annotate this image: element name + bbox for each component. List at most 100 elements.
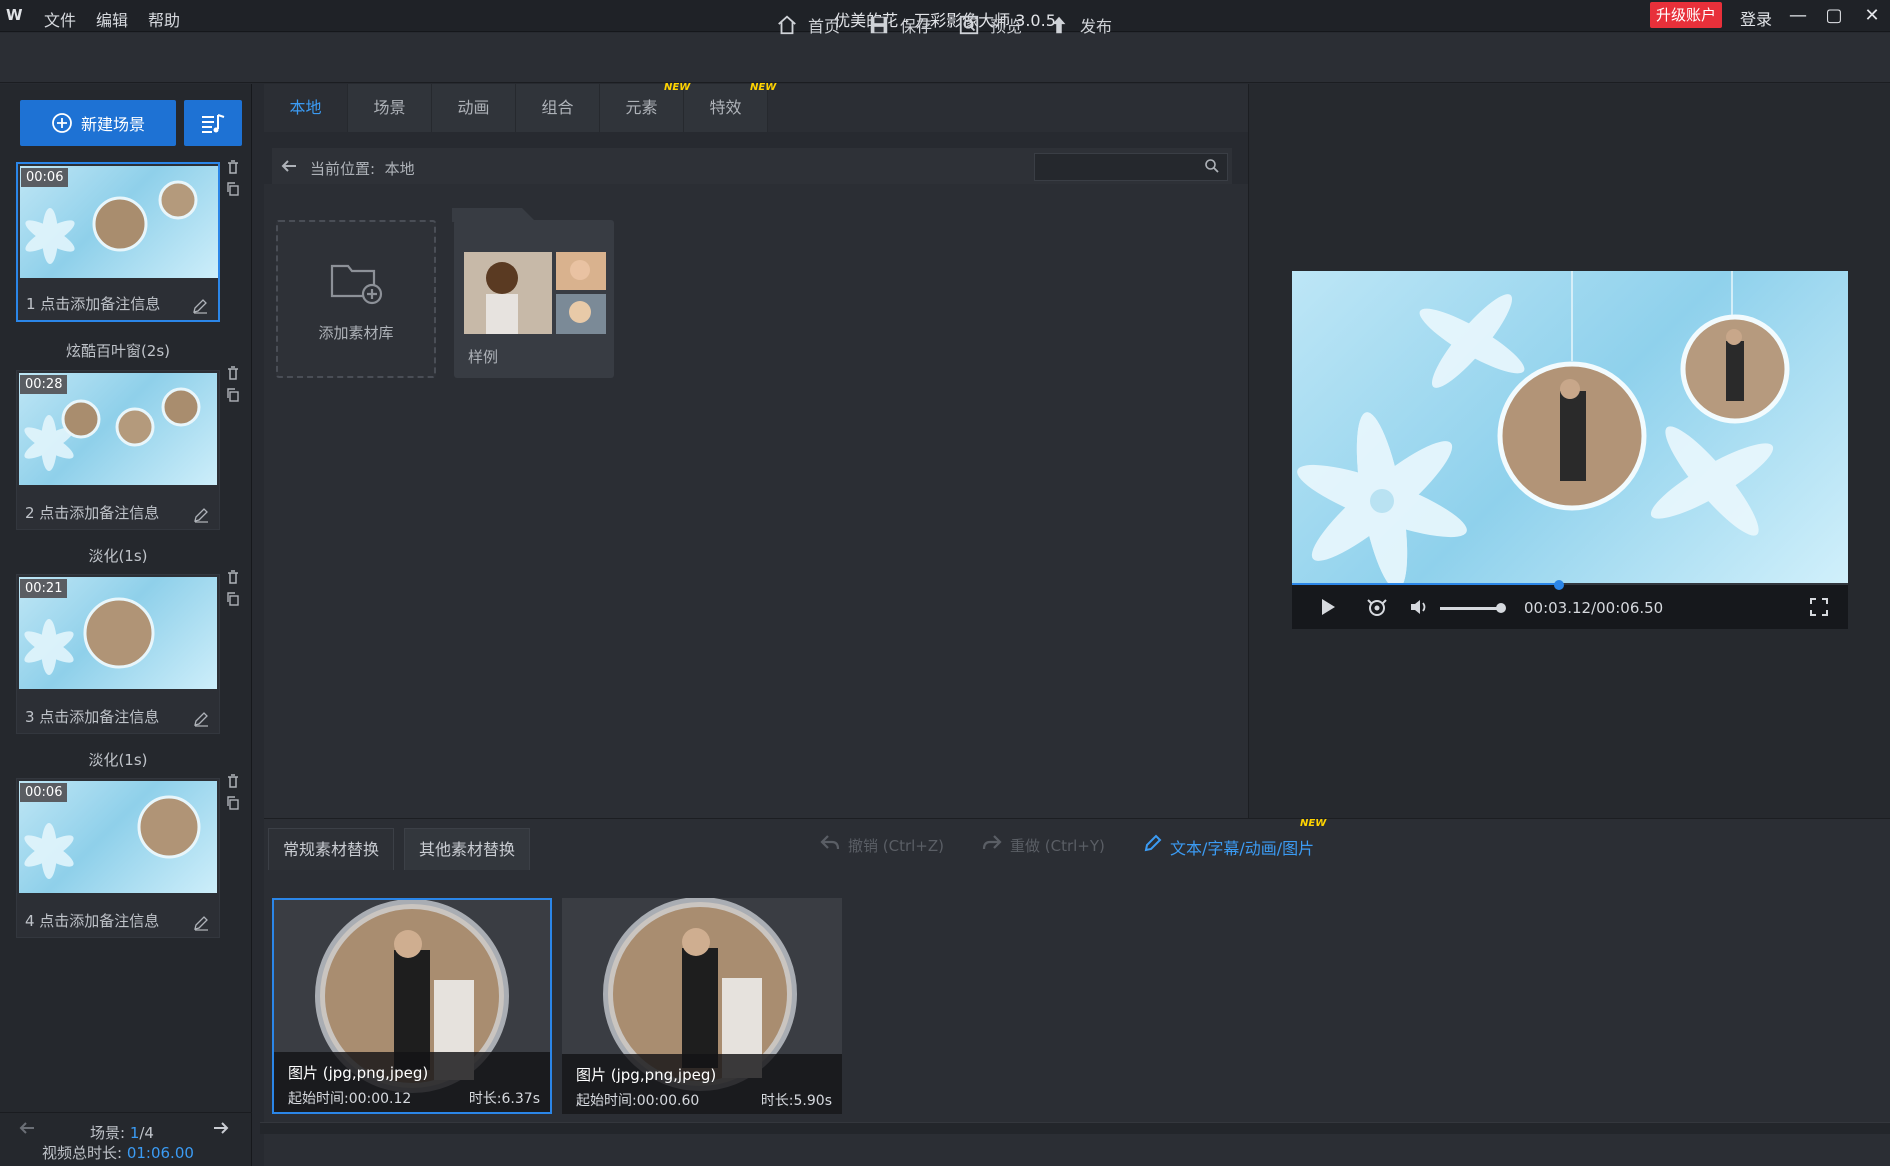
close-icon[interactable]: ✕: [1860, 4, 1884, 28]
replay-icon[interactable]: [1366, 597, 1388, 617]
play-icon[interactable]: [1320, 598, 1336, 616]
undo-icon[interactable]: [820, 834, 840, 852]
transition-label[interactable]: 淡化(1s): [16, 749, 220, 770]
text-subtitle-button[interactable]: 文本/字幕/动画/图片: [1170, 835, 1314, 859]
home-button[interactable]: 首页: [776, 12, 840, 38]
asset-card-1[interactable]: 图片 (jpg,png,jpeg) 起始时间:00:00.12 时长:6.37s: [272, 898, 552, 1114]
preview-label: 预览: [990, 17, 1023, 36]
home-label: 首页: [808, 17, 841, 36]
volume-handle[interactable]: [1496, 603, 1506, 613]
asset-start-time: 起始时间:00:00.60: [576, 1093, 700, 1109]
asset-type: 图片 (jpg,png,jpeg): [576, 1066, 717, 1084]
back-arrow-icon[interactable]: [280, 158, 298, 174]
scene-counter-label: 场景:: [90, 1124, 130, 1142]
new-badge: NEW: [1300, 818, 1327, 829]
video-preview[interactable]: [1292, 271, 1848, 585]
scene-card-1[interactable]: 00:06 1 点击添加备注信息: [16, 162, 220, 322]
asset-card-2[interactable]: 图片 (jpg,png,jpeg) 起始时间:00:00.60 时长:5.90s: [562, 898, 842, 1114]
scene-duration: 00:28: [20, 375, 68, 394]
total-duration-value: 01:06.00: [126, 1144, 194, 1162]
new-scene-button[interactable]: 新建场景: [20, 100, 176, 146]
asset-info: 图片 (jpg,png,jpeg) 起始时间:00:00.12 时长:6.37s: [274, 1052, 550, 1112]
next-scene-icon[interactable]: [212, 1120, 230, 1136]
search-input[interactable]: [1034, 153, 1228, 181]
music-list-icon: [202, 114, 225, 133]
scene-note[interactable]: 1 点击添加备注信息: [26, 293, 160, 314]
main-toolbar: [0, 33, 1890, 83]
tab-scene[interactable]: 场景: [348, 84, 432, 132]
library-tabs: 本地 场景 动画 组合 元素 特效 NEW NEW: [264, 82, 1248, 132]
sample-folder[interactable]: 样例: [452, 208, 614, 378]
undo-button[interactable]: 撤销 (Ctrl+Z): [848, 835, 944, 856]
publish-label: 发布: [1080, 17, 1113, 36]
breadcrumb-current[interactable]: 本地: [385, 160, 415, 178]
scene-card-4[interactable]: 00:06 4 点击添加备注信息: [16, 778, 220, 938]
home-icon: [778, 15, 796, 35]
save-icon: [870, 16, 888, 34]
tab-local[interactable]: 本地: [264, 84, 348, 132]
window-title: 优美的花 - 万彩影像大师 3.0.5: [834, 11, 1056, 30]
fullscreen-icon[interactable]: [1810, 598, 1828, 616]
preview-button[interactable]: 预览: [958, 12, 1022, 38]
scene-note[interactable]: 4 点击添加备注信息: [25, 910, 159, 931]
folder-add-icon: [330, 264, 383, 305]
scene-note[interactable]: 2 点击添加备注信息: [25, 502, 159, 523]
pencil-icon[interactable]: [193, 711, 209, 727]
save-button[interactable]: 保存: [868, 12, 932, 38]
trash-icon[interactable]: [226, 160, 240, 174]
scene-card-2[interactable]: 00:28 2 点击添加备注信息: [16, 370, 220, 530]
publish-button[interactable]: 发布: [1048, 12, 1112, 38]
total-duration: 视频总时长: 01:06.00: [42, 1142, 194, 1163]
pencil-icon[interactable]: [193, 507, 209, 523]
preview-icon: [959, 15, 979, 35]
new-badge: NEW: [750, 82, 777, 93]
timecode: 00:03.12/00:06.50: [1524, 599, 1664, 617]
progress-handle[interactable]: [1553, 580, 1564, 590]
folder-tab-shape: [452, 208, 536, 222]
music-button[interactable]: [184, 100, 242, 146]
trash-icon[interactable]: [226, 774, 240, 788]
volume-icon[interactable]: [1410, 598, 1430, 616]
asset-duration: 时长:5.90s: [760, 1093, 832, 1109]
tab-animation[interactable]: 动画: [432, 84, 516, 132]
search-icon[interactable]: [1204, 158, 1220, 174]
scene-card-3[interactable]: 00:21 3 点击添加备注信息: [16, 574, 220, 734]
transition-label[interactable]: 淡化(1s): [16, 545, 220, 566]
scene-duration: 00:21: [20, 579, 68, 598]
login-button[interactable]: 登录: [1740, 6, 1772, 30]
horizontal-scrollbar[interactable]: [260, 1122, 1890, 1134]
transition-label[interactable]: 炫酷百叶窗(2s): [16, 340, 220, 361]
new-scene-label: 新建场景: [80, 115, 145, 134]
trash-icon[interactable]: [226, 366, 240, 380]
asset-type: 图片 (jpg,png,jpeg): [288, 1064, 429, 1082]
prev-scene-icon[interactable]: [18, 1120, 36, 1136]
asset-start-time: 起始时间:00:00.12: [288, 1091, 412, 1107]
upload-icon: [1052, 16, 1066, 34]
copy-icon[interactable]: [226, 796, 240, 810]
redo-button[interactable]: 重做 (Ctrl+Y): [1010, 835, 1105, 856]
sample-label: 样例: [468, 348, 499, 366]
pencil-icon[interactable]: [193, 915, 209, 931]
maximize-icon[interactable]: ▢: [1822, 4, 1846, 28]
copy-icon[interactable]: [226, 592, 240, 606]
asset-duration: 时长:6.37s: [468, 1091, 540, 1107]
volume-slider[interactable]: [1440, 607, 1500, 610]
pencil-icon[interactable]: [192, 298, 208, 314]
total-duration-label: 视频总时长:: [42, 1144, 127, 1162]
tab-regular-replace[interactable]: 常规素材替换: [268, 828, 395, 870]
redo-icon[interactable]: [982, 834, 1002, 852]
copy-icon[interactable]: [226, 182, 240, 196]
scene-duration: 00:06: [21, 168, 69, 187]
minimize-icon[interactable]: —: [1786, 4, 1810, 28]
add-library-label: 添加素材库: [318, 324, 394, 342]
pencil-icon[interactable]: [1144, 834, 1162, 852]
add-library-button[interactable]: 添加素材库: [276, 220, 436, 378]
tab-other-replace[interactable]: 其他素材替换: [404, 828, 531, 870]
upgrade-account-button[interactable]: 升级账户: [1650, 2, 1722, 28]
scene-note[interactable]: 3 点击添加备注信息: [25, 706, 159, 727]
tab-combo[interactable]: 组合: [516, 84, 600, 132]
trash-icon[interactable]: [226, 570, 240, 584]
copy-icon[interactable]: [226, 388, 240, 402]
save-label: 保存: [900, 17, 933, 36]
asset-info: 图片 (jpg,png,jpeg) 起始时间:00:00.60 时长:5.90s: [562, 1054, 842, 1114]
